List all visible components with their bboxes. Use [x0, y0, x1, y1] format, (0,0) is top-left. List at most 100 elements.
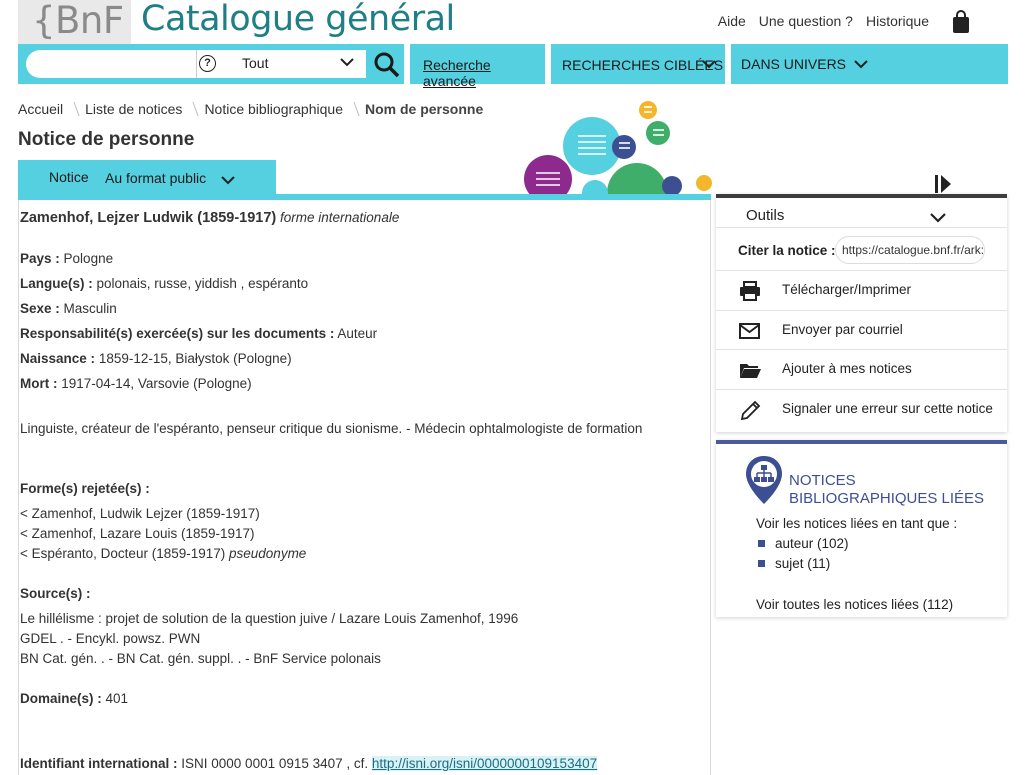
field-label: Responsabilité(s) exercée(s) sur les doc…	[20, 326, 335, 341]
breadcrumb-notice[interactable]: Notice bibliographique	[204, 101, 343, 117]
linked-item-subject[interactable]: sujet (11)	[758, 556, 830, 571]
chevron-down-icon[interactable]	[854, 57, 868, 71]
rejected-form-note: pseudonyme	[229, 546, 307, 561]
rejected-form-row: < Espéranto, Docteur (1859-1917) pseudon…	[20, 546, 306, 561]
field-label: Forme(s) rejetée(s) :	[20, 481, 150, 496]
person-record: Zamenhof, Lejzer Ludwik (1859-1917) form…	[18, 200, 711, 775]
rejected-form: < Espéranto, Docteur (1859-1917)	[20, 546, 226, 561]
divider	[716, 227, 1007, 228]
report-error-button[interactable]: Signaler une erreur sur cette notice	[716, 390, 1007, 429]
basket-icon[interactable]	[951, 10, 971, 34]
field-value: Auteur	[337, 326, 378, 341]
help-link[interactable]: Aide	[718, 13, 746, 29]
name-form-note: forme internationale	[280, 210, 400, 225]
scope-label[interactable]: Tout	[242, 55, 268, 71]
linked-item-label[interactable]: auteur (102)	[775, 536, 849, 551]
pencil-icon	[740, 400, 761, 421]
chevron-down-icon[interactable]	[221, 173, 235, 187]
cite-label: Citer la notice :	[738, 243, 836, 258]
site-title[interactable]: Catalogue général	[141, 0, 455, 39]
field-responsabilite: Responsabilité(s) exercée(s) sur les doc…	[20, 326, 377, 341]
tool-label[interactable]: Envoyer par courriel	[782, 322, 903, 337]
field-value: 1859-12-15, Białystok (Pologne)	[98, 351, 292, 366]
help-icon[interactable]: ?	[199, 55, 216, 72]
chevron-down-icon[interactable]	[930, 210, 946, 224]
notice-tab-label[interactable]: Notice	[49, 169, 89, 185]
field-value: Masculin	[63, 301, 117, 316]
hierarchy-pin-icon	[746, 456, 782, 504]
source-item: GDEL . - Encykl. powsz. PWN	[20, 631, 201, 646]
person-name: Zamenhof, Lejzer Ludwik (1859-1917)	[20, 210, 277, 226]
source-item: BN Cat. gén. . - BN Cat. gén. suppl. . -…	[20, 651, 381, 666]
linked-notices-title: NOTICES BIBLIOGRAPHIQUES LIÉES	[789, 472, 985, 507]
search-input[interactable]	[26, 50, 196, 78]
field-label: Mort :	[20, 376, 58, 391]
bullet-icon	[758, 540, 765, 547]
notice-format-select[interactable]: Au format public	[105, 170, 206, 186]
tools-panel: Outils Citer la notice : https://catalog…	[716, 194, 1007, 432]
linked-item-author[interactable]: auteur (102)	[758, 536, 849, 551]
top-links: Aide Une question ? Historique	[718, 13, 929, 29]
rejected-form: < Zamenhof, Ludwik Lejzer (1859-1917)	[20, 506, 260, 521]
field-naissance: Naissance : 1859-12-15, Białystok (Polog…	[20, 351, 292, 366]
field-pays: Pays : Pologne	[20, 251, 113, 266]
advanced-search-label[interactable]: Recherche avancée	[423, 57, 545, 89]
add-to-my-notices-button[interactable]: Ajouter à mes notices	[716, 350, 1007, 389]
page-title: Notice de personne	[18, 129, 195, 150]
breadcrumb-results[interactable]: Liste de notices	[85, 101, 182, 117]
field-label: Source(s) :	[20, 586, 91, 601]
linked-item-label[interactable]: sujet (11)	[775, 556, 830, 571]
field-sources-label: Source(s) :	[20, 586, 91, 601]
field-description: Linguiste, créateur de l'espéranto, pens…	[20, 421, 643, 436]
see-all-linked-notices-link[interactable]: Voir toutes les notices liées (112)	[756, 597, 953, 612]
targeted-search-menu[interactable]: RECHERCHES CIBLÉES	[551, 44, 725, 84]
history-link[interactable]: Historique	[866, 13, 929, 29]
linked-notices-panel: NOTICES BIBLIOGRAPHIQUES LIÉES Voir les …	[716, 440, 1007, 617]
tools-title[interactable]: Outils	[746, 207, 784, 224]
collapse-panel-icon[interactable]	[934, 174, 952, 194]
tool-label[interactable]: Télécharger/Imprimer	[782, 282, 911, 297]
rejected-form: < Zamenhof, Lazare Louis (1859-1917)	[20, 526, 255, 541]
notice-format-tab[interactable]: Notice Au format public	[18, 160, 276, 196]
field-label: Langue(s) :	[20, 276, 93, 291]
universe-label[interactable]: DANS UNIVERS	[741, 56, 846, 72]
decorative-bubbles	[524, 101, 712, 194]
field-value: 401	[105, 691, 129, 706]
isni-link[interactable]: http://isni.org/isni/0000000109153407	[371, 756, 598, 771]
field-label: Sexe :	[20, 301, 60, 316]
chevron-down-icon[interactable]	[702, 57, 716, 71]
source-item: Le hillélisme : projet de solution de la…	[20, 611, 519, 626]
linked-intro: Voir les notices liées en tant que :	[756, 516, 958, 531]
search-icon[interactable]	[367, 47, 404, 81]
field-label: Naissance :	[20, 351, 96, 366]
field-value: 1917-04-14, Varsovie (Pologne)	[61, 376, 252, 391]
field-langues: Langue(s) : polonais, russe, yiddish , e…	[20, 276, 308, 291]
field-value: Pologne	[63, 251, 114, 266]
bullet-icon	[758, 560, 765, 567]
question-link[interactable]: Une question ?	[759, 13, 853, 29]
field-sexe: Sexe : Masculin	[20, 301, 117, 316]
field-mort: Mort : 1917-04-14, Varsovie (Pologne)	[20, 376, 252, 391]
breadcrumb: Accueil Liste de notices Notice bibliogr…	[18, 101, 483, 117]
tool-label[interactable]: Ajouter à mes notices	[782, 361, 912, 376]
field-label: Identifiant international :	[20, 756, 178, 771]
tool-label[interactable]: Signaler une erreur sur cette notice	[782, 401, 993, 416]
send-email-button[interactable]: Envoyer par courriel	[716, 311, 1007, 350]
field-label: Domaine(s) :	[20, 691, 102, 706]
advanced-search-button[interactable]: Recherche avancée	[410, 44, 545, 89]
field-identifiant: Identifiant international : ISNI 0000 00…	[20, 756, 598, 771]
record-heading: Zamenhof, Lejzer Ludwik (1859-1917) form…	[20, 210, 399, 226]
download-print-button[interactable]: Télécharger/Imprimer	[716, 271, 1007, 310]
cite-permalink-field[interactable]: https://catalogue.bnf.fr/ark:/	[835, 236, 985, 264]
envelope-icon	[739, 323, 760, 339]
field-value: ISNI 0000 0001 0915 3407 , cf.	[181, 756, 369, 771]
breadcrumb-separator	[348, 102, 360, 116]
breadcrumb-separator	[68, 102, 80, 116]
breadcrumb-current: Nom de personne	[364, 101, 484, 117]
breadcrumb-home[interactable]: Accueil	[18, 101, 63, 117]
folder-icon	[740, 364, 761, 378]
universe-menu[interactable]: DANS UNIVERS	[731, 44, 1008, 84]
printer-icon	[740, 281, 760, 301]
targeted-search-label[interactable]: RECHERCHES CIBLÉES	[562, 57, 723, 73]
chevron-down-icon[interactable]	[340, 55, 354, 69]
